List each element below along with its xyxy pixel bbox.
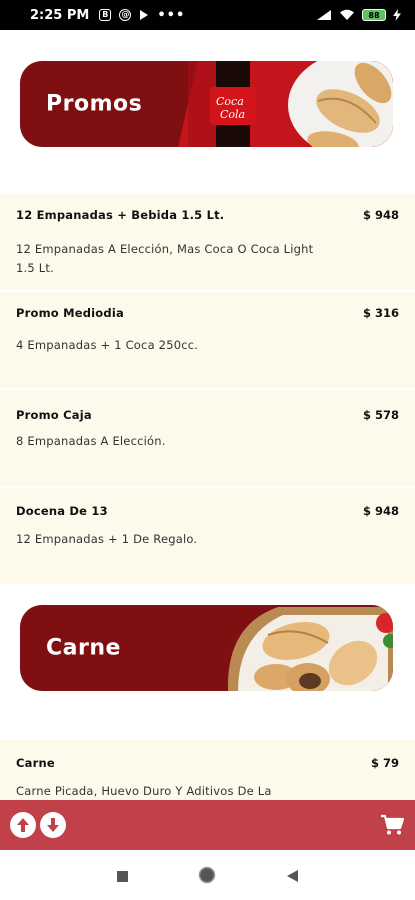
item-price: $ 316 (362, 306, 399, 320)
play-icon (139, 9, 149, 21)
item-description: 12 Empanadas A Elección, Mas Coca O Coca… (16, 242, 314, 275)
item-title: 12 Empanadas + Bebida 1.5 Lt. (16, 208, 225, 222)
arrow-up-icon (17, 818, 29, 832)
item-title: Promo Mediodia (16, 306, 124, 320)
category-banner-promos[interactable]: Coca Cola Promos (20, 61, 393, 147)
battery-icon: 88 (362, 9, 386, 21)
svg-text:Cola: Cola (220, 108, 245, 121)
menu-item[interactable]: Promo Caja $ 578 8 Empanadas A Elección. (0, 390, 415, 486)
status-time: 2:25 PM (30, 7, 90, 23)
category-banner-carne[interactable]: Carne (20, 605, 393, 691)
item-title: Promo Caja (16, 408, 92, 422)
item-price: $ 578 (362, 408, 399, 422)
cart-button[interactable] (379, 812, 405, 838)
item-description: Carne Picada, Huevo Duro Y Aditivos De L… (16, 784, 272, 798)
triangle-icon (287, 870, 298, 882)
svg-text:Coca: Coca (216, 95, 244, 108)
notification-icon: B (99, 9, 112, 21)
item-title: Carne (16, 756, 55, 770)
item-price: $ 948 (362, 208, 399, 222)
square-icon (117, 871, 128, 882)
item-description: 4 Empanadas + 1 Coca 250cc. (16, 338, 199, 352)
promos-banner-image: Coca Cola (158, 61, 393, 147)
item-description: 8 Empanadas A Elección. (16, 434, 166, 448)
signal-icon (316, 9, 332, 21)
circle-icon (198, 866, 216, 884)
menu-list[interactable]: Coca Cola Promos 12 Empanadas + Bebida 1… (0, 30, 415, 800)
system-nav-bar (0, 850, 415, 900)
menu-item[interactable]: Docena De 13 $ 948 12 Empanadas + 1 De R… (0, 488, 415, 584)
recents-button[interactable] (116, 868, 129, 887)
scroll-down-button[interactable] (40, 812, 66, 838)
carne-banner-image (158, 605, 393, 691)
item-price: $ 948 (362, 504, 399, 518)
wifi-icon (339, 9, 355, 21)
home-button[interactable] (198, 866, 216, 888)
cart-icon (381, 814, 404, 835)
category-title: Promos (46, 91, 143, 117)
item-title: Docena De 13 (16, 504, 108, 518)
arrow-down-icon (47, 818, 59, 832)
category-title: Carne (46, 635, 121, 661)
back-button[interactable] (286, 868, 299, 887)
charging-icon (393, 9, 401, 21)
menu-item[interactable]: Promo Mediodia $ 316 4 Empanadas + 1 Coc… (0, 292, 415, 388)
status-bar: 2:25 PM B @ ••• 88 (0, 0, 415, 30)
item-description: 12 Empanadas + 1 De Regalo. (16, 532, 198, 546)
at-sign-icon: @ (119, 9, 132, 21)
more-dots-icon: ••• (157, 7, 186, 23)
item-price: $ 79 (370, 756, 399, 770)
scroll-up-button[interactable] (10, 812, 36, 838)
menu-item[interactable]: Carne $ 79 Carne Picada, Huevo Duro Y Ad… (0, 740, 415, 800)
menu-item[interactable]: 12 Empanadas + Bebida 1.5 Lt. $ 948 12 E… (0, 194, 415, 290)
bottom-action-bar (0, 800, 415, 850)
